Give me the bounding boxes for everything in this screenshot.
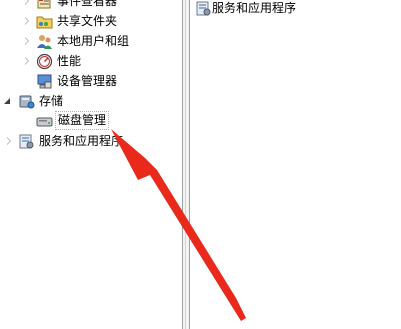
tree-item-label: 本地用户和组 xyxy=(57,34,130,48)
tree-item-performance[interactable]: 性能 xyxy=(0,52,182,71)
expand-arrow-icon[interactable] xyxy=(25,17,29,25)
pane-splitter[interactable] xyxy=(182,0,190,329)
console-tree-pane: 事件查看器 共享文件夹 本地用户和组 性能 设备管理器 存储 磁盘管理 服务和应… xyxy=(0,0,182,329)
tree-item-label: 存储 xyxy=(39,94,64,108)
tree-item-services-apps[interactable]: 服务和应用程序 xyxy=(0,132,182,151)
tree-item-device-manager[interactable]: 设备管理器 xyxy=(0,72,182,91)
expand-arrow-icon[interactable] xyxy=(25,0,29,5)
disk-icon xyxy=(36,113,53,130)
event-viewer-icon xyxy=(36,0,53,10)
storage-icon xyxy=(18,93,35,110)
tree-item-label: 磁盘管理 xyxy=(55,111,110,130)
users-group-icon xyxy=(36,33,53,50)
services-icon xyxy=(195,0,212,17)
expand-arrow-icon[interactable] xyxy=(7,137,11,145)
expand-arrow-icon[interactable] xyxy=(25,57,29,65)
list-item[interactable]: 服务和应用程序 xyxy=(195,0,395,18)
device-manager-icon xyxy=(36,73,53,90)
splitter-line xyxy=(185,0,186,329)
performance-gauge-icon xyxy=(36,53,53,70)
tree-item-label: 服务和应用程序 xyxy=(39,134,124,148)
tree-item-label: 事件查看器 xyxy=(57,0,118,8)
tree-item-local-users-groups[interactable]: 本地用户和组 xyxy=(0,32,182,51)
details-list-pane: 服务和应用程序 xyxy=(190,0,401,329)
tree-item-storage[interactable]: 存储 xyxy=(0,92,182,111)
tree-item-label: 共享文件夹 xyxy=(57,14,118,28)
services-icon xyxy=(18,133,35,150)
tree-item-shared-folders[interactable]: 共享文件夹 xyxy=(0,12,182,31)
tree-item-event-viewer[interactable]: 事件查看器 xyxy=(0,0,182,11)
expand-arrow-icon[interactable] xyxy=(25,37,29,45)
collapse-arrow-icon[interactable] xyxy=(4,98,10,104)
tree-item-label: 性能 xyxy=(57,54,82,68)
shared-folder-icon xyxy=(36,13,53,30)
list-item-label: 服务和应用程序 xyxy=(212,1,297,15)
tree-item-label: 设备管理器 xyxy=(57,74,118,88)
tree-item-disk-management[interactable]: 磁盘管理 xyxy=(0,111,182,131)
